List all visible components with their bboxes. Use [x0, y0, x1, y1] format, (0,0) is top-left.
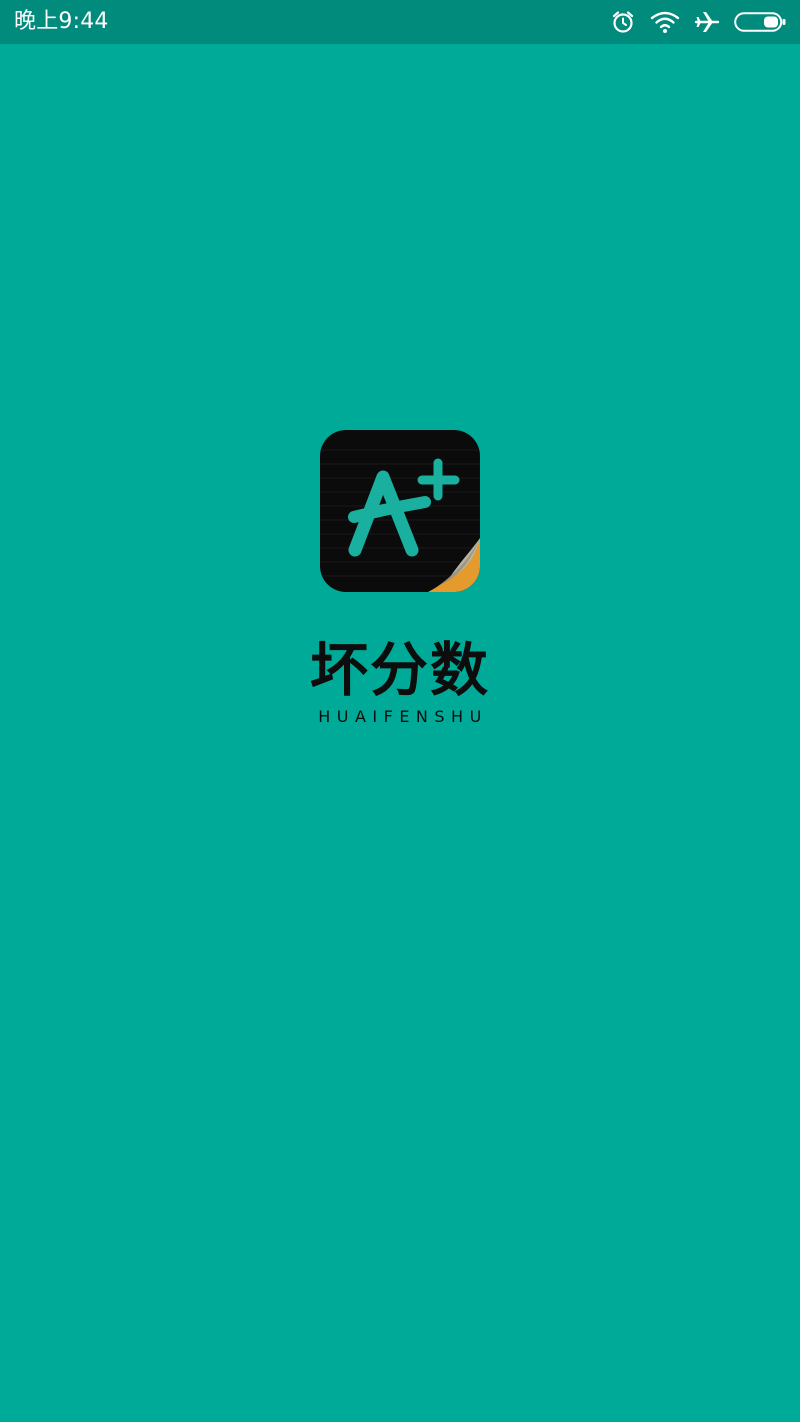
brand-name: 坏分数: [309, 636, 490, 704]
app-logo-icon: [320, 430, 480, 592]
wifi-icon: [650, 10, 680, 34]
alarm-icon: [610, 9, 636, 35]
status-bar: 晚上9:44: [0, 0, 800, 44]
splash-screen: 坏分数 HUAIFENSHU: [0, 430, 800, 726]
battery-icon: [734, 11, 788, 33]
airplane-mode-icon: [694, 9, 720, 35]
status-time: 晚上9:44: [14, 9, 109, 34]
brand-pinyin: HUAIFENSHU: [318, 707, 488, 726]
status-icons: [610, 0, 788, 44]
